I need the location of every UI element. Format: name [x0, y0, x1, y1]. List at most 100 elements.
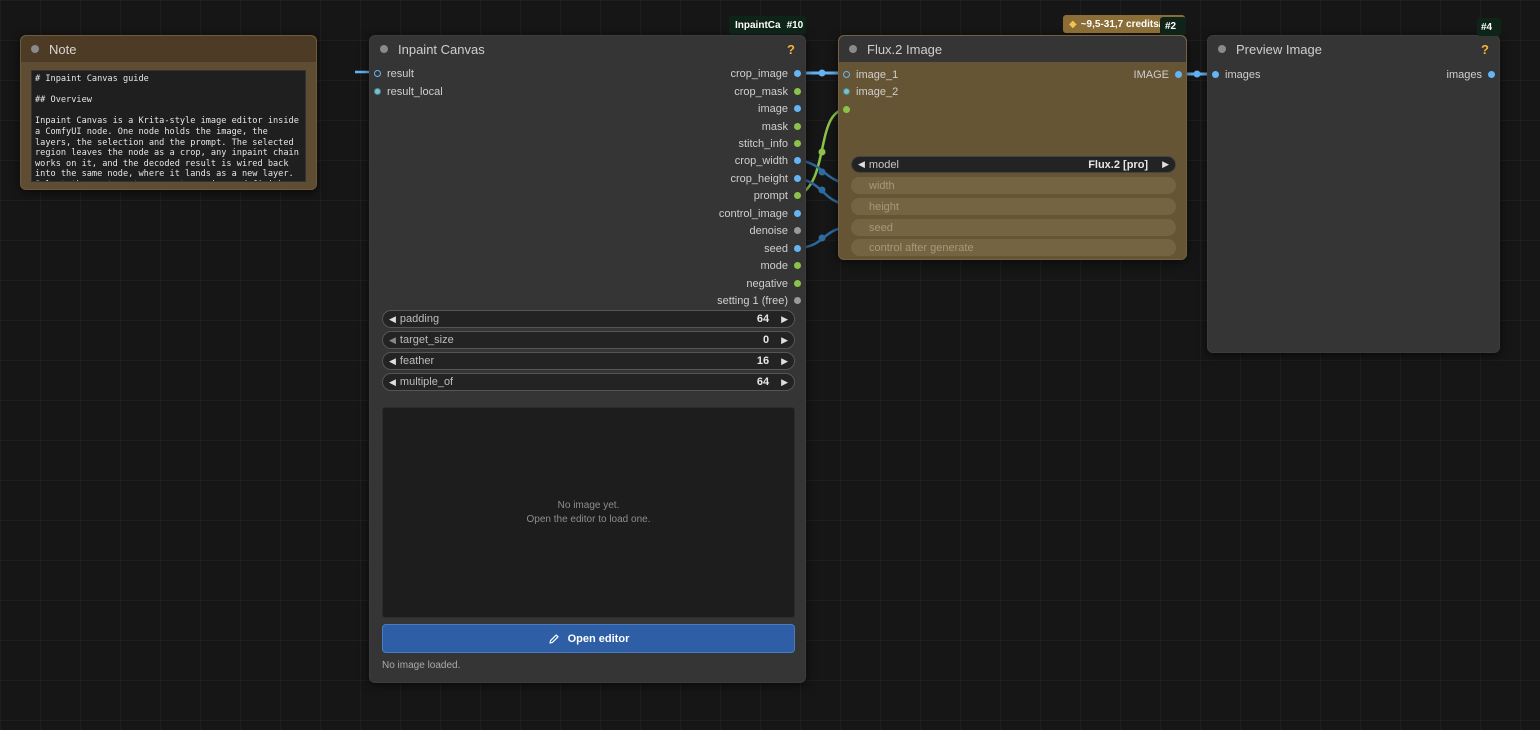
inpaint-canvas-node[interactable]: Inpaint Canvas ? result result_local cro…: [369, 35, 806, 683]
collapse-dot-icon[interactable]: [380, 45, 388, 53]
decrement-arrow-icon[interactable]: ◀: [389, 356, 396, 367]
input-result[interactable]: result: [370, 65, 414, 82]
link-image-reroute: [1193, 70, 1201, 78]
widget-value[interactable]: 16: [757, 355, 769, 367]
decrement-arrow-icon[interactable]: ◀: [389, 335, 396, 346]
open-editor-button[interactable]: Open editor: [382, 624, 795, 653]
help-icon[interactable]: ?: [787, 42, 795, 57]
inpaint-header[interactable]: Inpaint Canvas ?: [370, 36, 805, 62]
seed-widget-converted: seed: [851, 219, 1176, 236]
widget-value[interactable]: 64: [757, 376, 769, 388]
output-label: images: [1446, 68, 1482, 81]
pencil-icon: [549, 633, 559, 644]
canvas-preview-area: No image yet. Open the editor to load on…: [382, 407, 795, 618]
output-image[interactable]: image: [758, 100, 805, 117]
output-label: crop_height: [730, 172, 789, 185]
output-stitch-info[interactable]: stitch_info: [738, 135, 805, 152]
output-slot-icon[interactable]: [1175, 71, 1182, 78]
output-slot-icon[interactable]: [794, 175, 801, 182]
feather-widget[interactable]: ◀ feather 16 ▶: [382, 352, 795, 370]
output-slot-icon[interactable]: [794, 245, 801, 252]
input-slot-icon[interactable]: [1212, 71, 1219, 78]
output-label: IMAGE: [1133, 68, 1169, 81]
output-slot-icon[interactable]: [794, 227, 801, 234]
output-label: image: [758, 102, 788, 115]
output-slot-icon[interactable]: [794, 192, 801, 199]
output-crop-width[interactable]: crop_width: [735, 152, 805, 169]
output-control-image[interactable]: control_image: [719, 205, 805, 222]
output-slot-icon[interactable]: [794, 262, 801, 269]
input-slot-icon[interactable]: [843, 106, 850, 113]
output-slot-icon[interactable]: [1488, 71, 1495, 78]
output-negative[interactable]: negative: [746, 275, 805, 292]
output-label: denoise: [749, 224, 788, 237]
output-label: stitch_info: [738, 137, 788, 150]
widget-value[interactable]: 64: [757, 313, 769, 325]
output-slot-icon[interactable]: [794, 280, 801, 287]
output-crop-image[interactable]: crop_image: [731, 65, 805, 82]
output-slot-icon[interactable]: [794, 123, 801, 130]
decrement-arrow-icon[interactable]: ◀: [389, 377, 396, 388]
preview-header[interactable]: Preview Image ?: [1208, 36, 1499, 62]
output-slot-icon[interactable]: [794, 297, 801, 304]
inpaint-node-badge: InpaintCa #10: [729, 16, 806, 34]
control-after-generate-widget: control after generate: [851, 239, 1176, 256]
output-label: prompt: [753, 189, 788, 202]
output-mask[interactable]: mask: [762, 118, 805, 135]
flux-image-node[interactable]: Flux.2 Image image_1 image_2 IMAGE ◀ mod…: [838, 35, 1187, 260]
multiple-of-widget[interactable]: ◀ multiple_of 64 ▶: [382, 373, 795, 391]
widget-label: width: [869, 179, 895, 192]
input-image-2[interactable]: image_2: [839, 83, 898, 100]
increment-arrow-icon[interactable]: ▶: [781, 356, 788, 367]
increment-arrow-icon[interactable]: ▶: [781, 335, 788, 346]
collapse-dot-icon[interactable]: [31, 45, 39, 53]
help-icon[interactable]: ?: [1481, 42, 1489, 57]
input-image-1[interactable]: image_1: [839, 66, 898, 83]
target-size-widget[interactable]: ◀ target_size 0 ▶: [382, 331, 795, 349]
output-slot-icon[interactable]: [794, 157, 801, 164]
input-prompt-slot[interactable]: [839, 101, 856, 118]
input-result-local[interactable]: result_local: [370, 83, 443, 100]
output-label: crop_mask: [734, 85, 788, 98]
input-slot-icon[interactable]: [843, 88, 850, 95]
output-crop-height[interactable]: crop_height: [731, 170, 806, 187]
decrement-arrow-icon[interactable]: ◀: [858, 159, 865, 170]
output-slot-icon[interactable]: [794, 105, 801, 112]
increment-arrow-icon[interactable]: ▶: [781, 377, 788, 388]
note-textarea[interactable]: # Inpaint Canvas guide ## Overview Inpai…: [31, 70, 306, 182]
increment-arrow-icon[interactable]: ▶: [1162, 159, 1169, 170]
output-crop-mask[interactable]: crop_mask: [734, 83, 805, 100]
input-images[interactable]: images: [1208, 66, 1260, 83]
widget-label: target_size: [399, 334, 454, 346]
input-slot-icon[interactable]: [374, 88, 381, 95]
output-label: setting 1 (free): [717, 294, 788, 307]
input-label: result: [387, 67, 414, 80]
preview-image-node[interactable]: Preview Image ? images images: [1207, 35, 1500, 353]
increment-arrow-icon[interactable]: ▶: [781, 314, 788, 325]
link-prompt-reroute: [818, 148, 826, 156]
note-header[interactable]: Note: [21, 36, 316, 62]
padding-widget[interactable]: ◀ padding 64 ▶: [382, 310, 795, 328]
output-images[interactable]: images: [1447, 66, 1499, 83]
status-text: No image loaded.: [382, 660, 461, 671]
output-mode[interactable]: mode: [760, 257, 805, 274]
widget-value[interactable]: Flux.2 [pro]: [1088, 159, 1148, 171]
output-slot-icon[interactable]: [794, 88, 801, 95]
decrement-arrow-icon[interactable]: ◀: [389, 314, 396, 325]
widget-value[interactable]: 0: [763, 334, 769, 346]
input-slot-icon[interactable]: [843, 71, 850, 78]
input-slot-icon[interactable]: [374, 70, 381, 77]
output-prompt[interactable]: prompt: [754, 187, 805, 204]
output-slot-icon[interactable]: [794, 70, 801, 77]
output-image[interactable]: IMAGE: [1134, 66, 1186, 83]
output-setting-1[interactable]: setting 1 (free): [717, 292, 805, 309]
collapse-dot-icon[interactable]: [849, 45, 857, 53]
output-denoise[interactable]: denoise: [749, 222, 805, 239]
output-seed[interactable]: seed: [764, 240, 805, 257]
collapse-dot-icon[interactable]: [1218, 45, 1226, 53]
flux-header[interactable]: Flux.2 Image: [839, 36, 1186, 62]
output-slot-icon[interactable]: [794, 210, 801, 217]
output-slot-icon[interactable]: [794, 140, 801, 147]
note-node[interactable]: Note # Inpaint Canvas guide ## Overview …: [20, 35, 317, 190]
model-combo[interactable]: ◀ model Flux.2 [pro] ▶: [851, 156, 1176, 173]
